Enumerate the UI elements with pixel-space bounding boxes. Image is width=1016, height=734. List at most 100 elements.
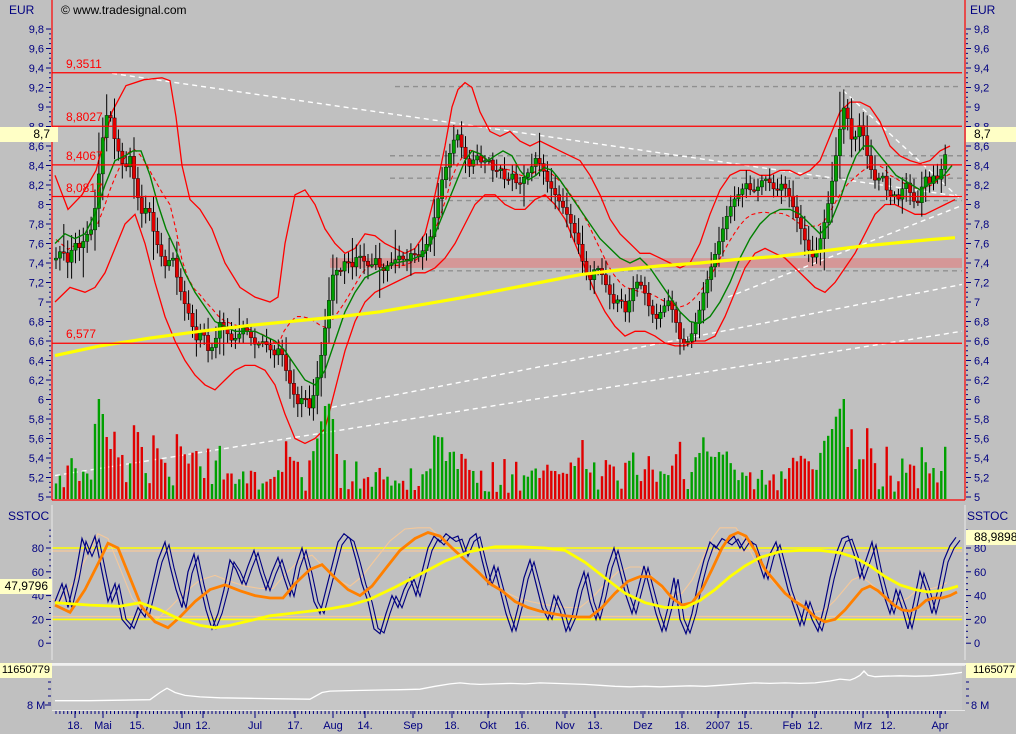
trendline [728, 205, 962, 297]
volume-base-label-left: 8 M [27, 700, 45, 712]
price-axis-tick-label-left: 9,2 [29, 83, 44, 95]
price-level-label: 9,3511 [66, 57, 102, 71]
sstoc-axis-tick-label-right: 20 [974, 614, 986, 626]
price-axis-tick-label-right: 5 [974, 492, 980, 504]
chart-canvas[interactable]: 9,89,89,69,69,49,49,29,2998,88,88,68,68,… [0, 0, 1016, 734]
price-axis-tick-label-left: 9,8 [29, 24, 44, 36]
date-axis-label: Sep [403, 720, 423, 732]
price-axis-tick-label-left: 8,6 [29, 141, 44, 153]
price-axis-tick-label-right: 5,6 [974, 434, 989, 446]
sstoc-plot-area[interactable] [45, 528, 962, 634]
price-axis-tick-label-right: 6,4 [974, 356, 989, 368]
price-level-label: 6,577 [66, 327, 96, 341]
date-axis-label: 14. [357, 720, 372, 732]
date-axis-label: 15. [737, 720, 752, 732]
date-axis-label: Mai [94, 720, 112, 732]
date-axis-label: 13. [587, 720, 602, 732]
sstoc-axis-tick-label-right: 40 [974, 591, 986, 603]
price-axis-tick-label-left: 5,6 [29, 434, 44, 446]
sstoc-axis-tick-label-left: 20 [32, 614, 44, 626]
price-axis-tick-label-left: 6,6 [29, 336, 44, 348]
price-axis-tick-label-right: 8,2 [974, 180, 989, 192]
price-axis-tick-label-right: 6 [974, 395, 980, 407]
date-axis-label: 12. [195, 720, 210, 732]
price-axis-tick-label-left: 5,2 [29, 473, 44, 485]
price-axis-tick-label-left: 6,4 [29, 356, 44, 368]
date-axis-label: Mrz [854, 720, 872, 732]
date-axis-label: 12. [880, 720, 895, 732]
price-axis-tick-label-left: 7,8 [29, 219, 44, 231]
date-axis-label: 16. [514, 720, 529, 732]
date-axis-label: Aug [323, 720, 343, 732]
price-axis-tick-label-left: 9,4 [29, 63, 44, 75]
date-axis-label: Okt [479, 720, 496, 732]
sstoc-readout-right: 88,9898 [966, 530, 1016, 545]
price-axis-tick-label-left: 5 [38, 492, 44, 504]
trendline [55, 331, 962, 475]
date-axis-label: Dez [633, 720, 653, 732]
date-axis-label: Nov [555, 720, 575, 732]
price-plot-area[interactable] [54, 73, 962, 499]
price-axis-tick-label-left: 5,8 [29, 414, 44, 426]
sstoc-title-left: SSTOC [8, 509, 49, 523]
volume-base-label-right: 8 M [971, 700, 989, 712]
upper-band-line [55, 78, 950, 302]
candlesticks [54, 89, 947, 420]
sstoc-axis-tick-label-right: 60 [974, 567, 986, 579]
price-axis-tick-label-right: 5,8 [974, 414, 989, 426]
date-axis-label: 18. [67, 720, 82, 732]
price-axis-tick-label-right: 9,4 [974, 63, 989, 75]
sstoc-axis-tick-label-right: 0 [974, 638, 980, 650]
price-axis-tick-label-left: 9 [38, 102, 44, 114]
price-axis-tick-label-left: 9,6 [29, 44, 44, 56]
price-axis-tick-label-left: 6 [38, 395, 44, 407]
date-axis-label: Feb [783, 720, 802, 732]
date-axis-label: Jul [248, 720, 262, 732]
price-axis-tick-label-right: 8,6 [974, 141, 989, 153]
sstoc-readout-left: 47,9796 [0, 579, 52, 594]
price-axis-tick-label-right: 9,6 [974, 44, 989, 56]
price-axis-tick-label-right: 7 [974, 297, 980, 309]
price-axis-tick-label-right: 6,6 [974, 336, 989, 348]
price-axis-tick-label-right: 9,2 [974, 83, 989, 95]
sstoc-axis-tick-label-left: 60 [32, 567, 44, 579]
price-axis-tick-label-right: 9 [974, 102, 980, 114]
price-axis-tick-label-left: 7,6 [29, 239, 44, 251]
price-axis-title-right: EUR [970, 3, 995, 17]
date-axis-label: 17. [287, 720, 302, 732]
price-axis-tick-label-right: 5,4 [974, 453, 989, 465]
price-axis-tick-label-left: 6,8 [29, 317, 44, 329]
price-readout-left: 8,7 [0, 127, 58, 142]
date-axis-label: 2007 [706, 720, 730, 732]
copyright-label: © www.tradesignal.com [61, 3, 187, 17]
date-axis-label: 18. [674, 720, 689, 732]
date-axis-label: Jun [173, 720, 191, 732]
volume-bars [55, 399, 947, 499]
price-axis-tick-label-left: 7,4 [29, 258, 44, 270]
date-axis[interactable]: 18. Mai 15. Jun 12. Jul 17. Aug 14. Sep 18. Okt 16. N… [56, 711, 949, 732]
price-axis-tick-label-right: 9,8 [974, 24, 989, 36]
price-level-label: 8,4067 [66, 149, 103, 163]
price-axis-tick-label-right: 8 [974, 200, 980, 212]
date-axis-label: Apr [931, 720, 948, 732]
volume-readout-right: 1165077 [966, 663, 1016, 678]
price-axis-tick-label-right: 7,8 [974, 219, 989, 231]
price-axis-tick-label-right: 5,2 [974, 473, 989, 485]
price-axis-tick-label-right: 6,8 [974, 317, 989, 329]
price-axis-tick-label-right: 8,4 [974, 161, 989, 173]
price-axis-tick-label-left: 8 [38, 200, 44, 212]
price-axis-tick-label-right: 7,6 [974, 239, 989, 251]
price-axis-tick-label-left: 8,2 [29, 180, 44, 192]
date-axis-label: 12. [807, 720, 822, 732]
price-level-label: 8,8027 [66, 110, 103, 124]
date-axis-label: 18. [444, 720, 459, 732]
price-axis-tick-label-left: 8,4 [29, 161, 44, 173]
price-axis-tick-label-left: 7,2 [29, 278, 44, 290]
price-level-label: 8,0817 [66, 181, 103, 195]
price-readout-right: 8,7 [966, 127, 1016, 142]
date-axis-label: 15. [129, 720, 144, 732]
price-axis-tick-label-left: 6,2 [29, 375, 44, 387]
volume-readout-left: 11650779 [0, 663, 52, 678]
price-axis-tick-label-left: 5,4 [29, 453, 44, 465]
price-axis-title-left: EUR [9, 3, 34, 17]
